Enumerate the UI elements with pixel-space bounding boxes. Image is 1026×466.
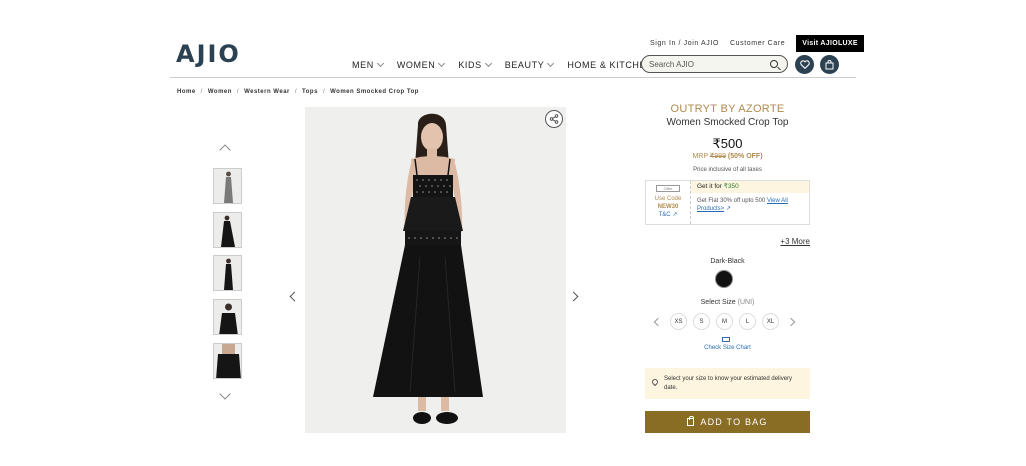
share-button[interactable] [545,110,563,128]
nav-men[interactable]: MEN [352,59,384,70]
model-photo [373,113,483,424]
size-unit: (UNI) [737,299,755,306]
ruler-icon [722,337,730,342]
add-to-bag-button[interactable]: ADD TO BAG [645,411,810,433]
size-xs[interactable]: XS [670,313,687,330]
tc-label: T&C [658,212,671,218]
thumbs-down-arrow-icon[interactable] [219,388,231,400]
select-size-label: Select Size [700,299,736,306]
visit-ajioluxe-button[interactable]: Visit AJIOLUXE [796,35,864,52]
chevron-down-icon [484,59,492,68]
header-divider [170,77,856,78]
thumbnail-5[interactable] [213,343,242,379]
mrp-label: MRP [692,153,708,160]
delivery-note-box: Select your size to know your estimated … [645,368,810,399]
external-link-icon: ↗ [725,206,731,212]
wishlist-button[interactable] [795,55,814,74]
thumbs-up-arrow-icon[interactable] [219,144,231,156]
breadcrumb-home[interactable]: Home [177,89,196,95]
product-main-image[interactable] [305,107,566,433]
color-swatch[interactable] [715,270,733,288]
offer-box: Offer Use Code NEW30 T&C ↗ Get it for ₹3… [645,180,810,225]
get-it-for-label: Get it for [697,183,722,190]
offer-code: NEW30 [657,204,679,210]
size-l[interactable]: L [739,313,756,330]
size-chart-link[interactable]: Check Size Chart [645,345,810,351]
delivery-note: Select your size to know your estimated … [664,376,793,391]
share-icon [549,114,559,124]
nav-women-label: WOMEN [396,60,436,70]
add-to-bag-label: ADD TO BAG [700,417,768,427]
size-xl[interactable]: XL [762,313,779,330]
bag-icon [825,59,834,69]
cart-button[interactable] [820,55,839,74]
size-s[interactable]: S [693,313,710,330]
search-input[interactable] [649,59,767,69]
breadcrumb-tops[interactable]: Tops [302,89,318,95]
ajio-logo[interactable]: AJIO [176,40,241,68]
nav-kids-label: KIDS [458,60,482,70]
prev-image-arrow-icon[interactable] [289,291,300,302]
main-nav: MEN WOMEN KIDS BEAUTY HOME & KITCHEN [352,59,676,70]
thumbnail-3[interactable] [213,255,242,291]
size-m[interactable]: M [716,313,733,330]
nav-beauty-label: BEAUTY [504,60,545,70]
search-bar [641,55,788,73]
product-name: Women Smocked Crop Top [666,117,789,128]
location-pin-icon [650,377,660,387]
mrp-value: ₹999 [709,153,726,160]
use-code-label: Use Code [654,196,682,202]
chevron-down-icon [438,59,446,68]
external-link-icon: ↗ [672,212,678,218]
nav-women[interactable]: WOMEN [396,59,446,70]
nav-men-label: MEN [352,60,374,70]
more-offers-link[interactable]: +3 More [760,237,810,246]
chevron-down-icon [376,59,384,68]
mrp-line: MRP ₹999 (50% OFF) [645,152,810,160]
top-links: Sign In / Join AJIO Customer Care Visit … [650,35,864,52]
thumbnail-2[interactable] [213,212,242,248]
color-name: Dark-Black [710,258,745,265]
offer-detail: Get Flat 30% off upto 500 View All Produ… [691,193,809,217]
sign-in-link[interactable]: Sign In / Join AJIO [650,40,719,47]
nav-beauty[interactable]: BEAUTY [504,59,555,70]
bag-icon [687,416,695,426]
discount-percent: (50% OFF) [727,153,763,160]
product-page: AJIO Sign In / Join AJIO Customer Care V… [0,0,1026,466]
offer-details: Get it for ₹350 Get Flat 30% off upto 50… [691,181,809,224]
breadcrumb: Home / Women / Western Wear / Tops / Women S… [177,89,419,95]
nav-kids[interactable]: KIDS [458,59,492,70]
size-title: Select Size (UNI) [645,299,810,306]
product-price: ₹500 [712,136,743,151]
breadcrumb-women[interactable]: Women [208,89,232,95]
customer-care-link[interactable]: Customer Care [730,40,785,47]
thumbnail-1[interactable] [213,168,242,204]
chevron-down-icon [547,59,555,68]
brand-name[interactable]: OUTRYT BY AZORTE [645,103,810,115]
breadcrumb-current: Women Smocked Crop Top [330,89,419,95]
breadcrumb-western-wear[interactable]: Western Wear [244,89,290,95]
size-prev-arrow-icon[interactable] [653,317,663,327]
tax-note: Price inclusive of all taxes [693,167,762,173]
search-icon[interactable] [770,60,778,68]
offer-price: ₹350 [723,183,739,190]
size-options: XS S M L XL [670,313,785,330]
offer-detail-text: Get Flat 30% off upto 500 [697,198,766,204]
next-image-arrow-icon[interactable] [568,291,579,302]
thumbnail-4[interactable] [213,299,242,335]
tc-link[interactable]: T&C ↗ [646,211,690,219]
offer-price-band: Get it for ₹350 [691,181,809,193]
size-next-arrow-icon[interactable] [786,317,796,327]
heart-icon [799,60,810,69]
offer-tag-icon: Offer [656,185,680,192]
